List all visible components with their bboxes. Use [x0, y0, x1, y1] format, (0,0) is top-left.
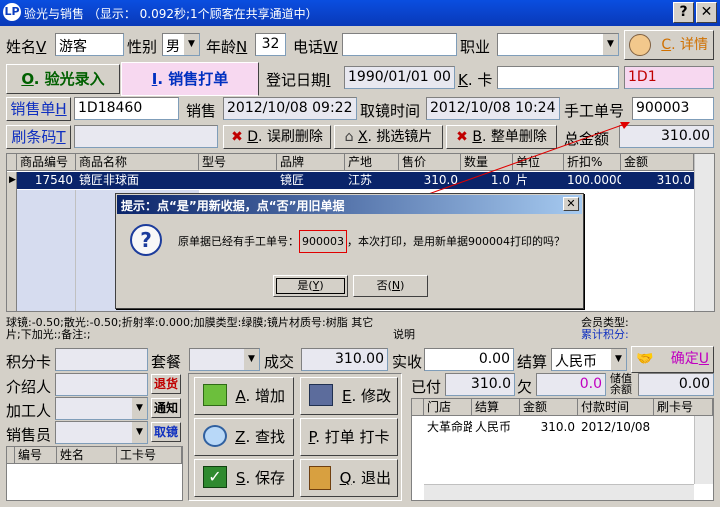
dialog-title: 提示：点“是”用新收据，点“否”用旧单据: [117, 195, 582, 214]
yes-button[interactable]: 是(Y): [273, 275, 348, 297]
confirm-dialog: 提示：点“是”用新收据，点“否”用旧单据 ✕ ? 原单据已经有手工单号： 9000…: [115, 193, 584, 309]
highlighted-manual-no: 900003: [299, 230, 347, 253]
question-icon: ?: [130, 224, 162, 256]
close-icon[interactable]: ✕: [563, 197, 579, 211]
no-button[interactable]: 否(N): [353, 275, 428, 297]
dialog-message: 原单据已经有手工单号： 900003 ，本次打印，是用新单据900004打印的吗？: [178, 230, 565, 253]
